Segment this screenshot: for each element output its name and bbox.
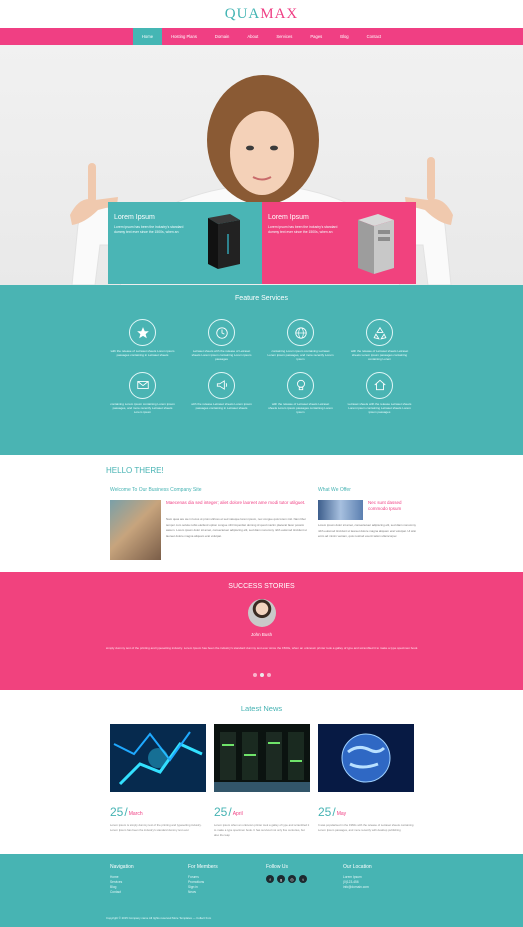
nav-item-pages[interactable]: Pages bbox=[301, 28, 331, 45]
nav-item-blog[interactable]: Blog bbox=[331, 28, 357, 45]
news-month: April bbox=[232, 811, 243, 817]
server-silver-image bbox=[358, 214, 394, 274]
clock-icon bbox=[208, 319, 235, 346]
hero-box-text: Lorem ipsum has been the industry's stan… bbox=[114, 225, 184, 234]
hero-box-text: Lorem ipsum has been the industry's stan… bbox=[268, 225, 338, 234]
news-image bbox=[110, 724, 206, 792]
hello-subtitle: Maecenas dia sed integer; aliet dolore l… bbox=[166, 500, 306, 505]
offer-subtitle[interactable]: Nec sunt dassed commodo Ipsum bbox=[368, 500, 414, 512]
success-stories-section: SUCCESS STORIES John Bush simply dummy t… bbox=[0, 572, 523, 690]
home-icon bbox=[366, 371, 393, 399]
footer-heading: Follow Us bbox=[266, 864, 288, 870]
logo[interactable]: QUAMAX bbox=[225, 6, 299, 22]
latest-news-section: Latest News 25/March Lorem ipsum is simp… bbox=[0, 690, 523, 854]
slider-dot-active[interactable] bbox=[259, 673, 264, 677]
hello-photo bbox=[110, 500, 161, 560]
avatar bbox=[248, 599, 276, 627]
server-black-image bbox=[208, 214, 240, 269]
footer-link[interactable]: News bbox=[188, 890, 258, 895]
nav-item-hosting-plans[interactable]: Hosting Plans bbox=[162, 28, 206, 45]
welcome-title: Welcome To Our Business Company Site bbox=[110, 487, 202, 493]
testimonial-name: John Bush bbox=[250, 632, 273, 637]
news-month: March bbox=[128, 811, 143, 817]
news-card[interactable]: 25/March Lorem ipsum is simply dummy tex… bbox=[110, 724, 206, 833]
nav-item-home[interactable]: Home bbox=[132, 28, 163, 45]
star-icon bbox=[129, 319, 156, 346]
section-title: Latest News bbox=[240, 704, 283, 713]
footer: Navigation Home Services Blog Contact Fo… bbox=[0, 854, 523, 927]
section-title: Feature Services bbox=[235, 295, 288, 302]
feature-item: with the release Letraset sheets Lorem i… bbox=[182, 371, 261, 415]
news-image bbox=[318, 724, 414, 792]
footer-heading: Our Location bbox=[343, 864, 372, 870]
google-plus-icon[interactable]: g bbox=[277, 875, 285, 883]
hero-box-right: Lorem Ipsum Lorem ipsum has been the ind… bbox=[262, 202, 416, 284]
location-email[interactable]: info@domain.com bbox=[343, 885, 413, 890]
header: QUAMAX bbox=[0, 0, 523, 28]
feature-item: with the release of Letraset sheets Letr… bbox=[261, 371, 340, 415]
bulb-icon bbox=[287, 371, 314, 399]
news-body: It was popularised in the 1960s with the… bbox=[318, 823, 414, 832]
footer-navigation: Navigation Home Services Blog Contact bbox=[110, 864, 180, 895]
offer-title: What We Offer bbox=[318, 487, 351, 493]
copyright-text: Copyright © 2015 Company name All rights… bbox=[106, 916, 212, 920]
feature-item: with the release of Letraset sheets Letr… bbox=[340, 319, 419, 362]
news-day: 25 bbox=[318, 805, 332, 819]
hello-section: HELLO THERE! Welcome To Our Business Com… bbox=[0, 455, 523, 572]
slider-dot[interactable] bbox=[266, 673, 271, 677]
twitter-icon[interactable]: t bbox=[299, 875, 307, 883]
hello-body: Nam quas are we in locus ut proin ultric… bbox=[166, 517, 307, 538]
footer-members: For Members Forums Promotions Sign in Ne… bbox=[188, 864, 258, 895]
footer-location: Our Location Lorem Ipsum (0)123-456 info… bbox=[343, 864, 413, 890]
megaphone-icon bbox=[208, 371, 235, 399]
nav-item-domain[interactable]: Domain bbox=[206, 28, 238, 45]
hero-box-left: Lorem Ipsum Lorem ipsum has been the ind… bbox=[108, 202, 262, 284]
footer-follow: Follow Us f g ◎ t bbox=[266, 864, 336, 883]
news-image bbox=[214, 724, 310, 792]
feature-item: containing Lorem ipsum containing Lorem … bbox=[103, 371, 182, 415]
nav-item-contact[interactable]: Contact bbox=[358, 28, 390, 45]
news-day: 25 bbox=[110, 805, 124, 819]
footer-heading: For Members bbox=[188, 864, 218, 870]
section-title: SUCCESS STORIES bbox=[228, 583, 295, 590]
feature-item: Letraset sheets with the release Letrase… bbox=[340, 371, 419, 415]
news-day: 25 bbox=[214, 805, 228, 819]
news-body: Lorem ipsum is simply dummy text of the … bbox=[110, 823, 202, 832]
slider-dots bbox=[0, 673, 523, 677]
facebook-icon[interactable]: f bbox=[266, 875, 274, 883]
offer-body: Lorem ipsum dolor sit amet, consectetuer… bbox=[318, 523, 417, 538]
footer-link[interactable]: Contact bbox=[110, 890, 180, 895]
footer-heading: Navigation bbox=[110, 864, 134, 870]
mail-icon bbox=[129, 371, 156, 399]
news-card[interactable]: 25/April Lorem ipsum when an unknown pri… bbox=[214, 724, 310, 837]
news-month: May bbox=[336, 811, 347, 817]
recycle-icon bbox=[366, 319, 393, 346]
news-body: Lorem ipsum when an unknown printer took… bbox=[214, 823, 310, 837]
section-title: HELLO THERE! bbox=[106, 466, 164, 475]
feature-item: Letraset sheets with the release of Letr… bbox=[182, 319, 261, 362]
globe-icon bbox=[287, 319, 314, 346]
feature-item: with the release of Letraset sheets Lore… bbox=[103, 319, 182, 362]
feature-services-section: Feature Services with the release of Let… bbox=[0, 285, 523, 455]
news-card[interactable]: 25/May It was popularised in the 1960s w… bbox=[318, 724, 414, 833]
nav-item-about[interactable]: About bbox=[238, 28, 267, 45]
testimonial-text: simply dummy text of the printing and ty… bbox=[105, 646, 419, 650]
offer-photo bbox=[318, 500, 363, 520]
nav-item-services[interactable]: Services bbox=[267, 28, 301, 45]
instagram-icon[interactable]: ◎ bbox=[288, 875, 296, 883]
slider-dot[interactable] bbox=[252, 673, 257, 677]
main-nav: Home Hosting Plans Domain About Services… bbox=[0, 28, 523, 45]
feature-item: containing Lorem ipsum containing Letras… bbox=[261, 319, 340, 362]
